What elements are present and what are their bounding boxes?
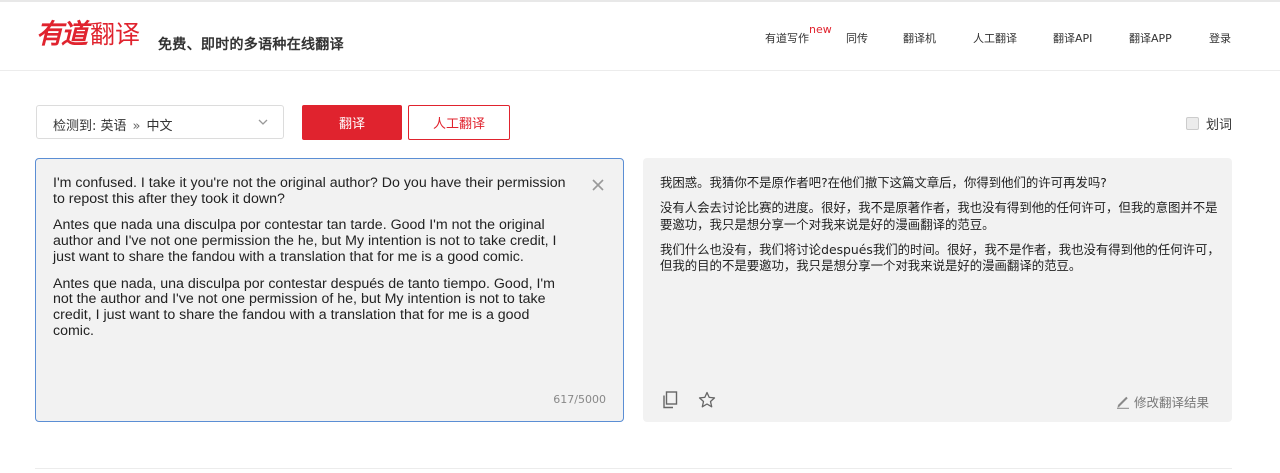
nav-item-translator-device[interactable]: 翻译机	[903, 30, 936, 46]
edit-translation-button[interactable]: 修改翻译结果	[1116, 392, 1209, 411]
close-icon[interactable]	[590, 177, 606, 193]
nav-item-interpreting[interactable]: 同传	[846, 30, 868, 46]
top-nav: 有道写作 new 同传 翻译机 人工翻译 翻译API 翻译APP 登录	[0, 23, 1280, 50]
new-badge: new	[809, 23, 832, 36]
result-paragraph: 我们什么也没有，我们将讨论después我们的时间。很好，我不是作者，我也没有得…	[660, 241, 1220, 274]
nav-item-translation-app[interactable]: 翻译APP	[1129, 30, 1172, 46]
target-language: 中文	[146, 119, 173, 134]
edit-translation-label: 修改翻译结果	[1134, 395, 1210, 410]
word-pick-checkbox[interactable]	[1186, 117, 1199, 130]
translate-button[interactable]: 翻译	[302, 105, 402, 140]
human-translate-button[interactable]: 人工翻译	[408, 105, 510, 140]
source-paragraph: Antes que nada una disculpa por contesta…	[53, 217, 557, 265]
source-language: 英语	[100, 119, 127, 134]
source-paragraph: Antes que nada, una disculpa por contest…	[53, 275, 555, 339]
source-textarea[interactable]: I'm confused. I take it you're not the o…	[53, 175, 573, 350]
header: 有道 翻译 免费、即时的多语种在线翻译 有道写作 new 同传 翻译机 人工翻译…	[0, 2, 1280, 71]
word-pick-label: 划词	[1206, 118, 1233, 133]
nav-item-login[interactable]: 登录	[1209, 30, 1231, 46]
nav-item-translation-api[interactable]: 翻译API	[1053, 30, 1092, 46]
star-icon[interactable]	[698, 391, 716, 409]
word-pick-toggle[interactable]: 划词	[1186, 114, 1232, 133]
language-select-value: 检测到: 英语 » 中文	[53, 115, 173, 134]
nav-item-label: 有道写作	[765, 32, 809, 45]
pencil-icon	[1117, 396, 1129, 409]
source-input-panel[interactable]: I'm confused. I take it you're not the o…	[35, 158, 624, 422]
nav-item-writing[interactable]: 有道写作 new	[765, 23, 832, 46]
translation-result-text: 我困惑。我猜你不是原作者吧?在他们撤下这篇文章后，你得到他们的许可再发吗? 没有…	[660, 175, 1220, 283]
source-paragraph: I'm confused. I take it you're not the o…	[53, 175, 566, 207]
char-count: 617/5000	[553, 393, 606, 406]
result-paragraph: 我困惑。我猜你不是原作者吧?在他们撤下这篇文章后，你得到他们的许可再发吗?	[660, 175, 1107, 190]
bottom-divider	[35, 468, 1232, 469]
chevron-down-icon	[258, 119, 268, 125]
nav-item-human-translation[interactable]: 人工翻译	[973, 30, 1017, 46]
language-arrow: »	[132, 119, 141, 134]
language-select[interactable]: 检测到: 英语 » 中文	[36, 105, 284, 139]
translation-result-panel: 我困惑。我猜你不是原作者吧?在他们撤下这篇文章后，你得到他们的许可再发吗? 没有…	[643, 158, 1232, 422]
result-paragraph: 没有人会去讨论比赛的进度。很好，我不是原著作者，我也没有得到他的任何许可，但我的…	[660, 200, 1218, 232]
detected-label: 检测到:	[53, 119, 97, 134]
copy-icon[interactable]	[662, 391, 678, 409]
